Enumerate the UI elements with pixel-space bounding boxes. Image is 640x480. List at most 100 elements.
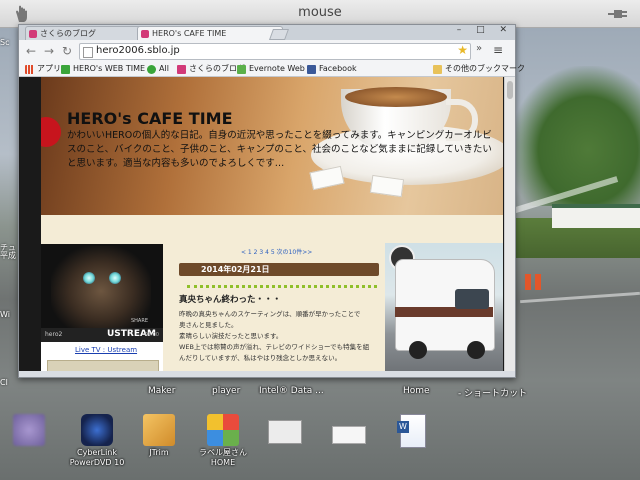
evernote-icon xyxy=(237,65,246,74)
facebook-icon xyxy=(307,65,316,74)
menu-icon[interactable]: ≡ xyxy=(493,43,503,57)
page-viewport[interactable]: HERO's CAFE TIME かわいいHEROの個人的な日記。自身の近況や思… xyxy=(19,77,515,371)
pagination[interactable]: < 1 2 3 4 5 次の10件>> xyxy=(241,247,312,256)
label-home-icon xyxy=(207,414,239,446)
bookmark-label: その他のブックマーク xyxy=(445,64,525,73)
forward-arrow-icon[interactable]: → xyxy=(41,43,57,59)
bookmark-label: アプリ xyxy=(37,64,61,73)
pug-video-thumbnail[interactable] xyxy=(51,246,151,328)
camper-wheel xyxy=(409,341,427,359)
ustream-widget: SHARE hero2 USTREAM 00:00 Live TV : Ustr… xyxy=(41,244,163,371)
desktop-icon-label[interactable]: Maker xyxy=(148,386,175,396)
sugar-cube-image xyxy=(369,174,405,198)
desktop-icon-cyberlink-powerdvd[interactable]: CyberLink PowerDVD 10 xyxy=(68,414,126,468)
bookmark-label: Facebook xyxy=(319,64,357,73)
extensions-chevron[interactable]: » xyxy=(476,43,482,54)
tab-label: HERO's CAFE TIME xyxy=(152,29,227,38)
desktop-icon-label[interactable]: player xyxy=(212,386,240,396)
wallpaper-road-line xyxy=(520,291,640,304)
camper-van-photo[interactable] xyxy=(385,243,503,371)
browser-window: さくらのブログ ✕ HERO's CAFE TIME ✕ – □ ✕ ← → ↻… xyxy=(18,24,525,378)
sakura-blog-favicon-icon xyxy=(177,65,186,74)
browser-toolbar: ← → ↻ hero2006.sblo.jp ★ » ≡ xyxy=(19,40,515,62)
plug-icon[interactable] xyxy=(606,7,630,21)
bookmark-sakura-blog[interactable]: さくらのブログ xyxy=(177,63,245,75)
desktop-icon-label: 平成 xyxy=(0,251,16,260)
reload-icon[interactable]: ↻ xyxy=(59,43,75,59)
address-bar[interactable]: hero2006.sblo.jp ★ xyxy=(79,43,471,60)
pug-eye xyxy=(83,272,95,284)
sakura-blog-favicon-icon xyxy=(141,30,149,38)
window-title: mouse xyxy=(298,5,342,20)
bookmarks-bar: アプリ HERO's WEB TIME All さくらのブログ Evernote… xyxy=(19,62,525,77)
traffic-cone xyxy=(525,274,531,290)
desktop-icon-label: Cl xyxy=(0,378,8,387)
blurred-app-icon xyxy=(13,414,45,446)
bookmark-label: Evernote Web xyxy=(249,64,305,73)
blog-header-banner: HERO's CAFE TIME かわいいHEROの個人的な日記。自身の近況や思… xyxy=(41,77,503,215)
widget-strip xyxy=(47,360,159,371)
post-body: 昨晩の真央ちゃんのスケーティングは、順番が早かったことで 奥さんと見ました。 素… xyxy=(179,309,379,364)
blank-window-icon xyxy=(332,426,366,444)
post-line: 素晴らしい演技だったと思います。 xyxy=(179,332,283,340)
wallpaper-building xyxy=(552,204,640,228)
bookmark-facebook[interactable]: Facebook xyxy=(307,63,357,75)
blog-title[interactable]: HERO's CAFE TIME xyxy=(67,109,233,128)
traffic-cone xyxy=(535,274,541,290)
tab-strip: さくらのブログ ✕ HERO's CAFE TIME ✕ – □ ✕ xyxy=(19,25,515,41)
camper-windshield xyxy=(455,289,489,309)
document-icon xyxy=(268,420,302,444)
url-text[interactable]: hero2006.sblo.jp xyxy=(96,45,180,56)
player-time: 00:00 xyxy=(144,332,159,338)
desktop-icon-label: JTrim xyxy=(149,448,169,457)
vertical-scrollbar[interactable] xyxy=(504,77,515,371)
live-link-panel: Live TV : Ustream xyxy=(41,342,163,371)
sakura-blog-favicon-icon xyxy=(29,30,37,38)
blog-description: かわいいHEROの個人的な日記。自身の近況や思ったことを綴ってみます。キャンピン… xyxy=(67,130,492,169)
bookmark-evernote-web[interactable]: Evernote Web xyxy=(237,63,305,75)
camper-wheel xyxy=(467,341,485,359)
tab-heros-cafe-time[interactable]: HERO's CAFE TIME ✕ xyxy=(137,26,283,41)
bookmark-star-icon[interactable]: ★ xyxy=(457,43,468,57)
share-button[interactable]: SHARE xyxy=(131,318,148,324)
word-document-icon: W xyxy=(397,414,426,448)
bookmark-all[interactable]: All xyxy=(147,63,169,75)
post-title[interactable]: 真央ちゃん終わった・・・ xyxy=(179,293,281,305)
channel-name: hero2 xyxy=(45,331,63,338)
desktop-icon[interactable] xyxy=(0,414,58,446)
back-arrow-icon xyxy=(147,65,156,74)
page-icon xyxy=(83,47,93,58)
desktop-icon-word-document[interactable]: W xyxy=(384,414,442,448)
post-line: WEB上では称賛の声が溢れ、テレビのワイドショーでも特集を組 xyxy=(179,343,370,351)
desktop-icon-label: Sc xyxy=(0,38,10,47)
desktop-icon-label[interactable]: Intel® Data ... xyxy=(259,386,324,396)
desktop-icon-label: ラベル屋さんHOME xyxy=(199,448,247,467)
folder-icon xyxy=(433,65,442,74)
desktop-icon-label: CyberLink PowerDVD 10 xyxy=(69,448,125,467)
pug-eye xyxy=(109,272,121,284)
wallpaper-trees xyxy=(510,66,640,206)
jtrim-icon xyxy=(143,414,175,446)
decorative-circle xyxy=(41,117,61,147)
desktop-icon-label[interactable]: Home xyxy=(403,386,430,396)
plus-icon xyxy=(61,65,70,74)
new-tab-button[interactable] xyxy=(268,29,290,40)
back-arrow-icon[interactable]: ← xyxy=(23,43,39,59)
desktop-icon-label-home[interactable]: ラベル屋さんHOME xyxy=(194,414,252,468)
coffee-surface-image xyxy=(345,87,447,107)
desktop-icon-jtrim[interactable]: JTrim xyxy=(130,414,188,458)
scrollbar-thumb[interactable] xyxy=(507,81,513,99)
live-tv-ustream-link[interactable]: Live TV : Ustream xyxy=(75,346,137,354)
bookmark-label: HERO's WEB TIME xyxy=(73,64,146,73)
desktop-icon-label: Wi xyxy=(0,310,10,319)
tab-sakura-blog[interactable]: さくらのブログ ✕ xyxy=(25,26,151,41)
desktop-icon-blank-window[interactable] xyxy=(320,414,378,444)
desktop-icon-label[interactable]: - ショートカット xyxy=(458,386,527,399)
ustream-player-bar: hero2 USTREAM 00:00 xyxy=(41,328,163,342)
desktop-icon-document[interactable] xyxy=(256,414,314,444)
bookmark-heros-web-time[interactable]: HERO's WEB TIME xyxy=(61,63,145,75)
apps-grid-icon xyxy=(25,65,34,74)
bookmark-apps[interactable]: アプリ xyxy=(25,63,61,75)
bookmark-other-folder[interactable]: その他のブックマーク xyxy=(433,63,525,75)
window-controls[interactable]: – □ ✕ xyxy=(457,25,513,35)
